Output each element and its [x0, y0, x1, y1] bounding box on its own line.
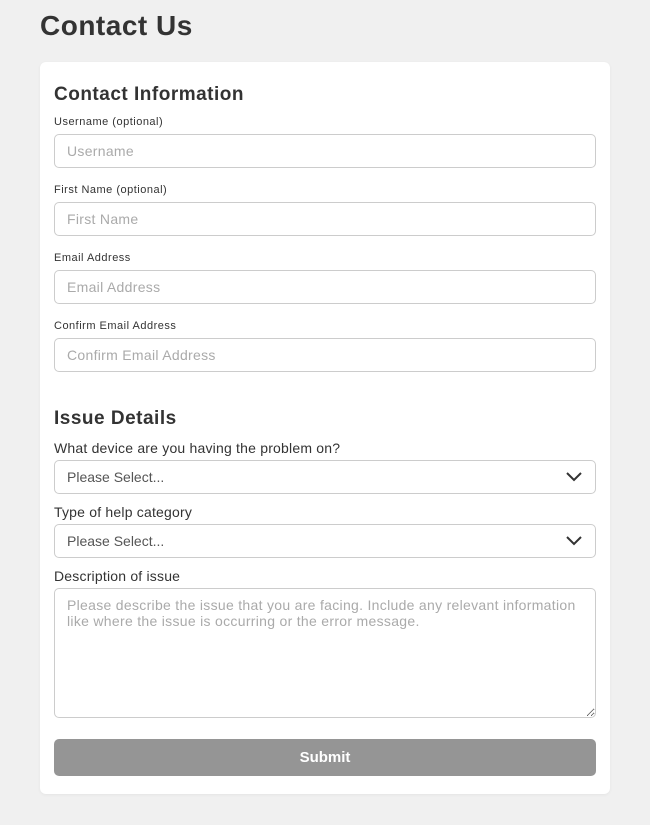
- confirm-email-input[interactable]: [54, 338, 596, 372]
- first-name-label: First Name (optional): [54, 184, 596, 196]
- category-group: Type of help category Please Select...: [54, 504, 596, 558]
- username-group: Username (optional): [54, 116, 596, 168]
- device-group: What device are you having the problem o…: [54, 440, 596, 494]
- category-select[interactable]: Please Select...: [54, 524, 596, 558]
- description-group: Description of issue: [54, 568, 596, 723]
- first-name-group: First Name (optional): [54, 184, 596, 236]
- submit-button[interactable]: Submit: [54, 739, 596, 776]
- email-group: Email Address: [54, 252, 596, 304]
- confirm-email-group: Confirm Email Address: [54, 320, 596, 372]
- contact-info-heading: Contact Information: [54, 84, 596, 106]
- first-name-input[interactable]: [54, 202, 596, 236]
- confirm-email-label: Confirm Email Address: [54, 320, 596, 332]
- device-label: What device are you having the problem o…: [54, 440, 596, 456]
- username-input[interactable]: [54, 134, 596, 168]
- device-select[interactable]: Please Select...: [54, 460, 596, 494]
- username-label: Username (optional): [54, 116, 596, 128]
- page-title: Contact Us: [40, 0, 610, 62]
- issue-details-heading: Issue Details: [54, 408, 596, 430]
- device-select-wrapper: Please Select...: [54, 460, 596, 494]
- description-label: Description of issue: [54, 568, 596, 584]
- email-label: Email Address: [54, 252, 596, 264]
- description-textarea[interactable]: [54, 588, 596, 718]
- category-label: Type of help category: [54, 504, 596, 520]
- contact-form-card: Contact Information Username (optional) …: [40, 62, 610, 794]
- email-input[interactable]: [54, 270, 596, 304]
- category-select-wrapper: Please Select...: [54, 524, 596, 558]
- issue-details-section: Issue Details What device are you having…: [54, 408, 596, 723]
